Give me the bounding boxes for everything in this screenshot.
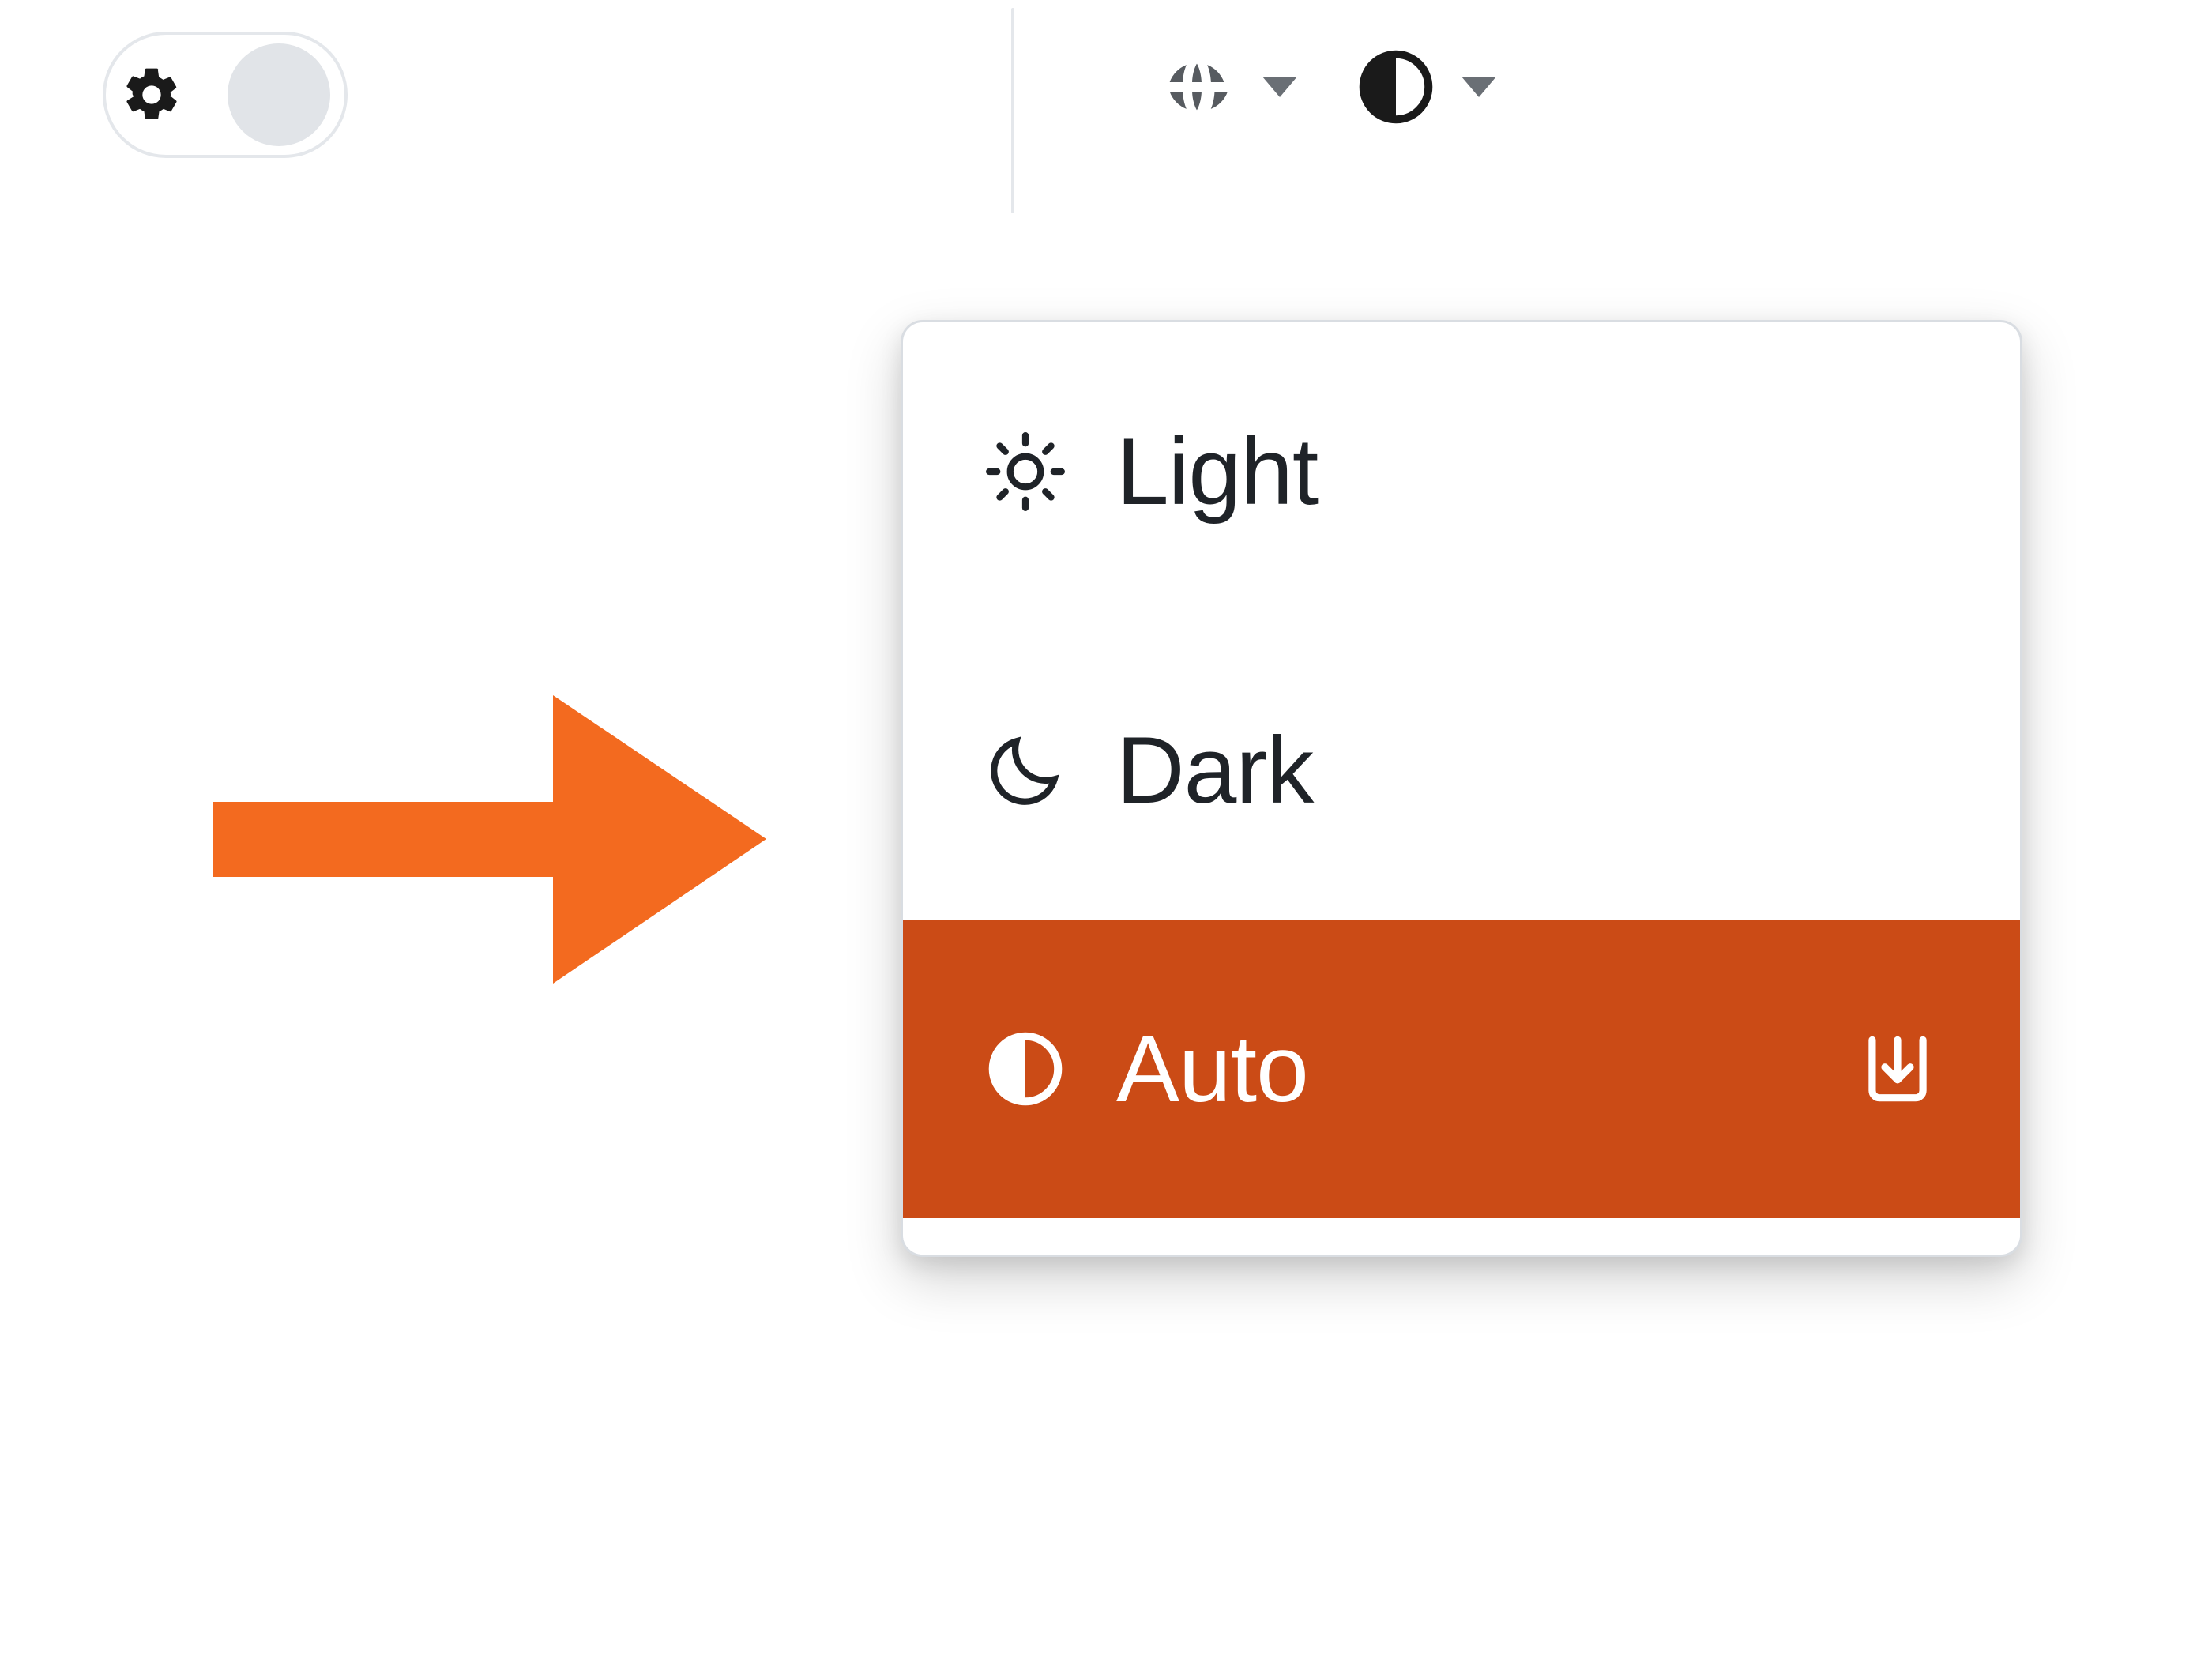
- theme-option-label: Light: [1116, 417, 1941, 526]
- settings-toggle[interactable]: [103, 32, 348, 158]
- download-icon: [1854, 1025, 1941, 1112]
- menu-bottom-gap: [903, 1218, 2020, 1255]
- toggle-knob: [228, 43, 330, 146]
- caret-down-icon: [1462, 77, 1496, 97]
- gear-icon: [120, 63, 183, 126]
- contrast-icon: [1352, 43, 1439, 130]
- vertical-divider: [1011, 8, 1014, 213]
- theme-option-label: Dark: [1116, 716, 1941, 825]
- theme-dropdown[interactable]: [1352, 43, 1496, 130]
- sun-icon: [982, 428, 1069, 515]
- theme-option-label: Auto: [1116, 1014, 1807, 1123]
- theme-option-auto[interactable]: Auto: [903, 920, 2020, 1218]
- theme-option-light[interactable]: Light: [903, 322, 2020, 621]
- annotation-arrow: [213, 672, 766, 1007]
- globe-icon: [1153, 43, 1240, 130]
- theme-menu: Light Dark Auto: [901, 320, 2022, 1257]
- moon-icon: [982, 727, 1069, 814]
- caret-down-icon: [1262, 77, 1297, 97]
- contrast-icon: [982, 1025, 1069, 1112]
- toolbar-right: [1153, 43, 1496, 130]
- language-dropdown[interactable]: [1153, 43, 1297, 130]
- theme-option-dark[interactable]: Dark: [903, 621, 2020, 920]
